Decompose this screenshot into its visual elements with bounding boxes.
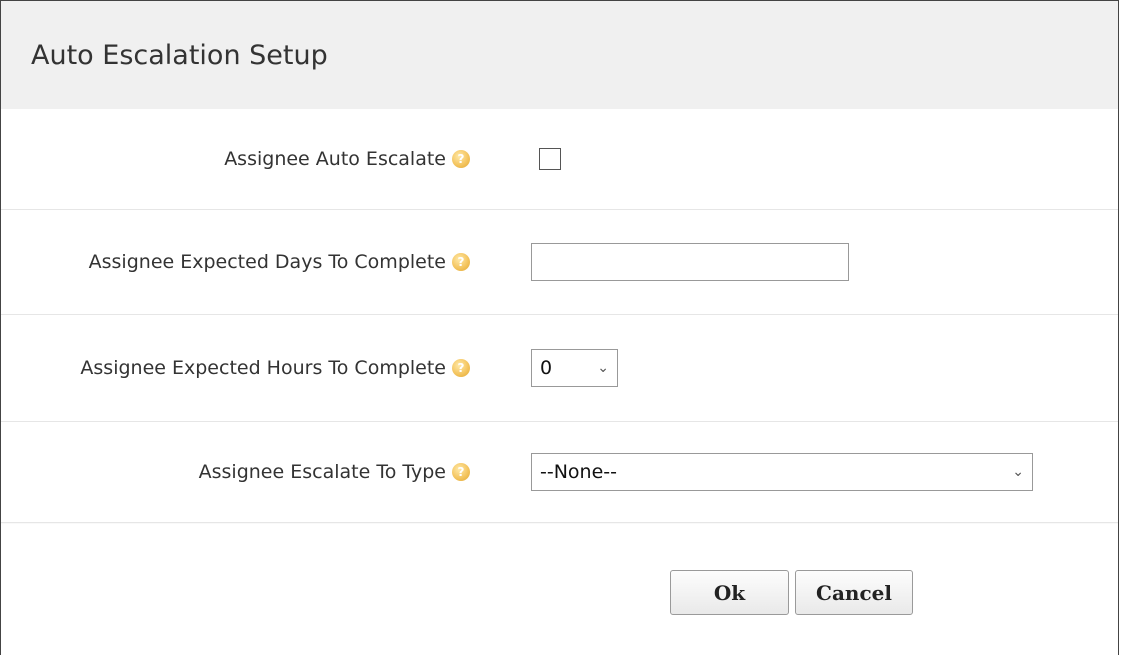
label-escalate-to-type: Assignee Escalate To Type <box>198 461 446 483</box>
expected-hours-select[interactable]: 0 ⌄ <box>531 349 618 387</box>
auto-escalate-checkbox[interactable] <box>539 148 561 170</box>
row-expected-days: Assignee Expected Days To Complete ? <box>1 210 1118 315</box>
dialog-footer: Ok Cancel <box>1 524 1118 654</box>
escalate-to-type-value: --None-- <box>540 461 617 483</box>
chevron-down-icon: ⌄ <box>597 360 609 376</box>
row-auto-escalate: Assignee Auto Escalate ? <box>1 109 1118 210</box>
dialog-titlebar: Auto Escalation Setup <box>1 1 1118 109</box>
help-icon[interactable]: ? <box>452 253 470 271</box>
ok-button[interactable]: Ok <box>670 570 789 615</box>
row-escalate-to-type: Assignee Escalate To Type ? --None-- ⌄ <box>1 422 1118 523</box>
cancel-button[interactable]: Cancel <box>795 570 913 615</box>
expected-hours-value: 0 <box>540 357 553 379</box>
form-body: Assignee Auto Escalate ? Assignee Expect… <box>1 109 1118 524</box>
help-icon[interactable]: ? <box>452 150 470 168</box>
label-auto-escalate: Assignee Auto Escalate <box>224 148 446 170</box>
expected-days-input[interactable] <box>531 243 849 281</box>
dialog-title: Auto Escalation Setup <box>31 39 328 71</box>
row-expected-hours: Assignee Expected Hours To Complete ? 0 … <box>1 315 1118 422</box>
help-icon[interactable]: ? <box>452 359 470 377</box>
chevron-down-icon: ⌄ <box>1012 464 1024 480</box>
help-icon[interactable]: ? <box>452 463 470 481</box>
escalate-to-type-select[interactable]: --None-- ⌄ <box>531 453 1033 491</box>
auto-escalation-dialog: Auto Escalation Setup Assignee Auto Esca… <box>0 0 1119 655</box>
label-expected-days: Assignee Expected Days To Complete <box>88 251 446 273</box>
label-expected-hours: Assignee Expected Hours To Complete <box>80 357 446 379</box>
